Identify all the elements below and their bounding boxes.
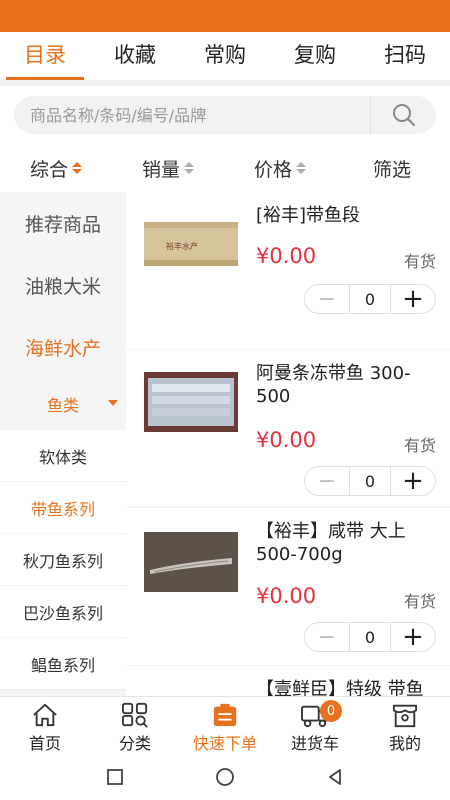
quantity-value[interactable]: 0 xyxy=(349,285,391,313)
sidebar-sub-item[interactable]: 软体类 xyxy=(0,430,126,482)
sort-label: 销量 xyxy=(141,158,180,181)
home-icon xyxy=(33,703,57,727)
stock-status: 有货 xyxy=(403,592,436,611)
product-image xyxy=(144,372,238,432)
product-name: 【裕丰】咸带 大上 500-700g xyxy=(256,521,406,565)
product-list: 裕丰水产 [裕丰]带鱼段 ¥0.00 有货 − 0 + 阿曼条冻带鱼 300-5… xyxy=(126,192,450,696)
filter-button[interactable]: 筛选 xyxy=(336,146,448,190)
separator xyxy=(0,80,450,86)
sidebar-sub-item[interactable]: 秋刀鱼系列 xyxy=(0,534,126,586)
search-bar xyxy=(14,96,436,134)
increase-button[interactable]: + xyxy=(391,284,435,314)
profile-icon xyxy=(392,704,418,728)
sort-arrows-icon xyxy=(72,162,82,174)
product-name: [裕丰]带鱼段 xyxy=(256,205,361,226)
nav-home[interactable]: 首页 xyxy=(0,697,90,754)
nav-label: 首页 xyxy=(28,734,61,753)
quantity-stepper: − 0 + xyxy=(304,284,436,314)
quantity-stepper: − 0 + xyxy=(304,466,436,496)
sidebar-item-grain-oil[interactable]: 油粮大米 xyxy=(0,254,126,316)
quick-order-icon xyxy=(213,703,237,727)
product-image xyxy=(144,532,238,592)
decrease-button[interactable]: − xyxy=(305,623,349,651)
search-button[interactable] xyxy=(370,96,436,134)
sort-bar: 综合 销量 价格 筛选 xyxy=(0,146,450,190)
product-price: ¥0.00 xyxy=(256,244,317,268)
product-card[interactable]: 【壹鲜臣】特级 带鱼段 550g*2 xyxy=(126,666,450,696)
nav-cart[interactable]: 0 进货车 xyxy=(270,697,360,754)
sidebar-sub-item[interactable]: 带鱼系列 xyxy=(0,482,126,534)
sidebar-sub-item[interactable]: 巴沙鱼系列 xyxy=(0,586,126,638)
system-nav-bar xyxy=(0,754,450,800)
product-image-label: 裕丰水产 xyxy=(166,241,198,251)
top-tabs: 目录 收藏 常购 复购 扫码 xyxy=(0,32,450,80)
sidebar-item-recommended[interactable]: 推荐商品 xyxy=(0,192,126,254)
nav-label: 进货车 xyxy=(290,734,339,753)
nav-profile[interactable]: 我的 xyxy=(360,697,450,754)
nav-category[interactable]: 分类 xyxy=(90,697,180,754)
quantity-value[interactable]: 0 xyxy=(349,623,391,651)
stock-status: 有货 xyxy=(403,436,436,455)
quantity-value[interactable]: 0 xyxy=(349,467,391,495)
product-price: ¥0.00 xyxy=(256,584,317,608)
product-name: 【壹鲜臣】特级 带鱼段 550g*2 xyxy=(256,679,424,696)
product-card[interactable]: 裕丰水产 [裕丰]带鱼段 ¥0.00 有货 − 0 + xyxy=(126,192,450,350)
home-circle-icon[interactable] xyxy=(214,766,236,788)
decrease-button[interactable]: − xyxy=(305,285,349,313)
sort-arrows-icon xyxy=(184,162,194,174)
sidebar-sub-label: 鱼类 xyxy=(46,396,79,415)
sort-price[interactable]: 价格 xyxy=(224,146,336,190)
category-icon xyxy=(122,702,148,728)
product-image: 裕丰水产 xyxy=(144,222,238,266)
tab-catalog[interactable]: 目录 xyxy=(0,32,90,80)
sidebar-sub-fish[interactable]: 鱼类 xyxy=(0,378,126,430)
tab-frequent[interactable]: 常购 xyxy=(180,32,270,80)
back-icon[interactable] xyxy=(325,767,345,787)
tab-scan[interactable]: 扫码 xyxy=(360,32,450,80)
sort-arrows-icon xyxy=(296,162,306,174)
nav-label: 快速下单 xyxy=(192,734,257,753)
product-card[interactable]: 【裕丰】咸带 大上 500-700g ¥0.00 有货 − 0 + xyxy=(126,508,450,666)
stock-status: 有货 xyxy=(403,252,436,271)
quantity-stepper: − 0 + xyxy=(304,622,436,652)
search-input[interactable] xyxy=(30,96,370,134)
sort-sales[interactable]: 销量 xyxy=(112,146,224,190)
cart-badge: 0 xyxy=(320,700,342,722)
decrease-button[interactable]: − xyxy=(305,467,349,495)
nav-label: 我的 xyxy=(388,734,421,753)
search-icon xyxy=(392,104,415,126)
increase-button[interactable]: + xyxy=(391,466,435,496)
filter-label: 筛选 xyxy=(372,158,411,181)
sidebar-item-seafood[interactable]: 海鲜水产 xyxy=(0,316,126,378)
product-price: ¥0.00 xyxy=(256,428,317,452)
sort-comprehensive[interactable]: 综合 xyxy=(0,146,112,190)
chevron-down-icon xyxy=(108,400,118,406)
tab-repurchase[interactable]: 复购 xyxy=(270,32,360,80)
status-bar xyxy=(0,0,450,32)
bottom-nav: 首页 分类 快速下单 0 进货车 我的 xyxy=(0,696,450,754)
category-sidebar: 推荐商品 油粮大米 海鲜水产 鱼类 软体类 带鱼系列 秋刀鱼系列 巴沙鱼系列 鲳… xyxy=(0,192,126,696)
sidebar-sub-item[interactable]: 鲳鱼系列 xyxy=(0,638,126,690)
product-name: 阿曼条冻带鱼 300-500 xyxy=(256,363,411,407)
sort-label: 价格 xyxy=(253,158,292,181)
increase-button[interactable]: + xyxy=(391,622,435,652)
sort-label: 综合 xyxy=(29,158,68,181)
recents-icon[interactable] xyxy=(105,767,125,787)
product-card[interactable]: 阿曼条冻带鱼 300-500 ¥0.00 有货 − 0 + xyxy=(126,350,450,508)
nav-quick-order[interactable]: 快速下单 xyxy=(180,697,270,754)
nav-label: 分类 xyxy=(118,734,151,753)
tab-favorites[interactable]: 收藏 xyxy=(90,32,180,80)
